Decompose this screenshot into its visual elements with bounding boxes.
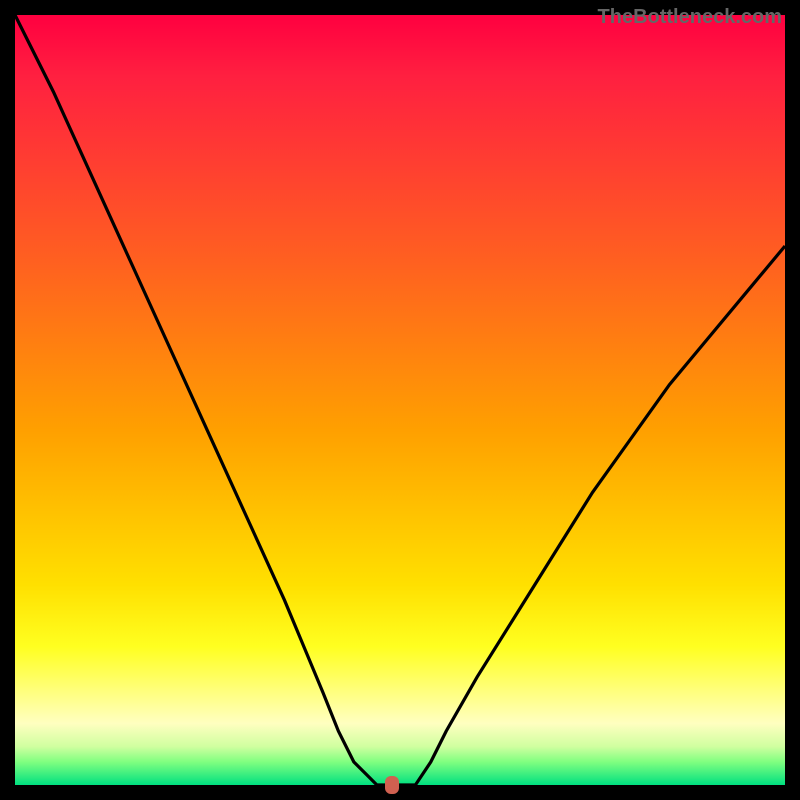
optimal-marker: [385, 776, 399, 794]
bottleneck-curve: [15, 15, 785, 785]
chart-area: [15, 15, 785, 785]
watermark-text: TheBottleneck.com: [598, 6, 782, 29]
curve-svg: [15, 15, 785, 785]
